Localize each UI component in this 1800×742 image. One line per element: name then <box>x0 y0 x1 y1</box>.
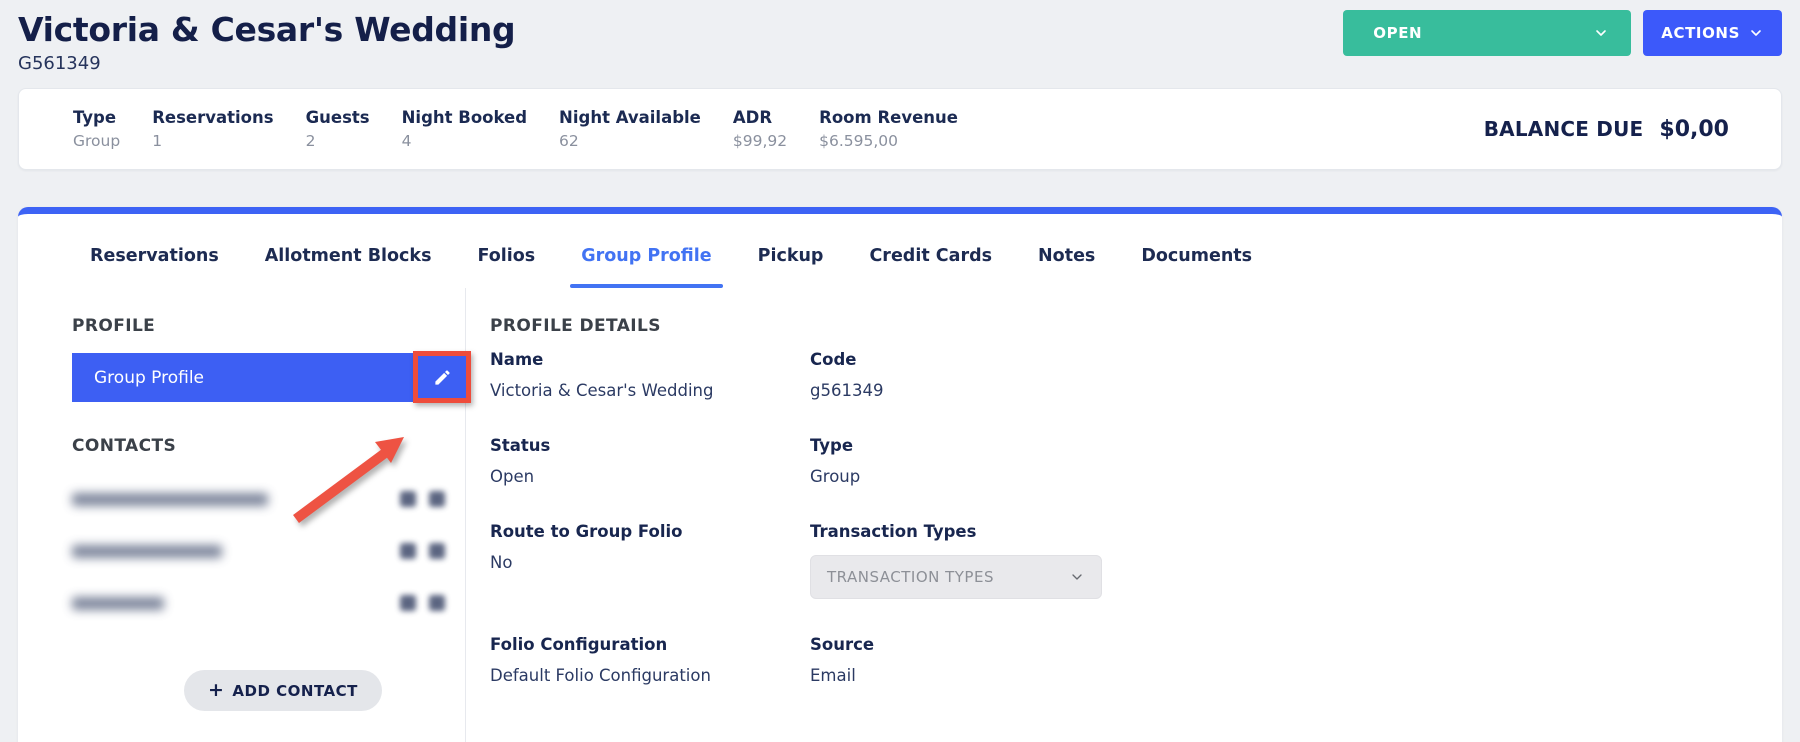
field-transaction-types: Transaction Types TRANSACTION TYPES <box>810 522 1782 599</box>
tab-group-profile[interactable]: Group Profile <box>581 246 711 288</box>
tab-documents[interactable]: Documents <box>1141 246 1252 288</box>
delete-contact-icon[interactable] <box>429 543 445 559</box>
actions-button-label: ACTIONS <box>1661 24 1740 42</box>
status-dropdown-button[interactable]: OPEN <box>1343 10 1631 56</box>
field-value: No <box>490 553 810 572</box>
redacted-contact-name <box>72 493 268 506</box>
pencil-icon <box>433 368 452 387</box>
field-type: Type Group <box>810 436 1782 486</box>
contact-row[interactable] <box>72 526 465 576</box>
contact-row[interactable] <box>72 578 465 628</box>
stat-night-booked: Night Booked 4 <box>402 108 527 150</box>
transaction-types-dropdown-value: TRANSACTION TYPES <box>827 568 994 586</box>
field-route-to-group-folio: Route to Group Folio No <box>490 522 810 599</box>
contacts-section-heading: CONTACTS <box>72 436 465 456</box>
edit-profile-button[interactable] <box>413 351 471 403</box>
field-label: Source <box>810 635 1782 654</box>
field-value: Email <box>810 666 1782 685</box>
group-code: G561349 <box>18 53 1782 74</box>
profile-sidebar: PROFILE Group Profile CONTACTS <box>18 288 466 742</box>
stat-value: $6.595,00 <box>819 132 958 150</box>
field-value: Default Folio Configuration <box>490 666 810 685</box>
tab-pickup[interactable]: Pickup <box>758 246 824 288</box>
stat-reservations: Reservations 1 <box>152 108 273 150</box>
stat-label: Night Available <box>559 108 701 127</box>
edit-contact-icon[interactable] <box>400 491 416 507</box>
redacted-contact-name <box>72 597 164 610</box>
stat-value: Group <box>73 132 120 150</box>
field-source: Source Email <box>810 635 1782 685</box>
field-label: Name <box>490 350 810 369</box>
tab-bar: Reservations Allotment Blocks Folios Gro… <box>18 214 1782 288</box>
contact-row-actions <box>400 491 445 507</box>
field-label: Type <box>810 436 1782 455</box>
chevron-down-icon <box>1748 25 1764 41</box>
edit-contact-icon[interactable] <box>400 543 416 559</box>
field-folio-configuration: Folio Configuration Default Folio Config… <box>490 635 810 685</box>
profile-section-heading: PROFILE <box>72 316 465 336</box>
field-label: Status <box>490 436 810 455</box>
stat-night-available: Night Available 62 <box>559 108 701 150</box>
field-value: g561349 <box>810 381 1782 400</box>
field-value: Open <box>490 467 810 486</box>
balance-due: BALANCE DUE $0,00 <box>1484 117 1729 142</box>
stat-room-revenue: Room Revenue $6.595,00 <box>819 108 958 150</box>
summary-stats: Type Group Reservations 1 Guests 2 Night… <box>73 108 958 150</box>
chevron-down-icon <box>1069 569 1085 585</box>
transaction-types-dropdown[interactable]: TRANSACTION TYPES <box>810 555 1102 599</box>
field-value: Victoria & Cesar's Wedding <box>490 381 810 400</box>
stat-value: 4 <box>402 132 527 150</box>
plus-icon: + <box>208 681 224 700</box>
stat-value: $99,92 <box>733 132 787 150</box>
stat-label: Type <box>73 108 120 127</box>
summary-bar: Type Group Reservations 1 Guests 2 Night… <box>18 88 1782 170</box>
tab-allotment-blocks[interactable]: Allotment Blocks <box>265 246 432 288</box>
contact-row-actions <box>400 595 445 611</box>
field-name: Name Victoria & Cesar's Wedding <box>490 350 810 400</box>
field-label: Folio Configuration <box>490 635 810 654</box>
stat-adr: ADR $99,92 <box>733 108 787 150</box>
sidebar-item-label: Group Profile <box>94 368 204 388</box>
status-dropdown-label: OPEN <box>1373 24 1422 42</box>
stat-value: 62 <box>559 132 701 150</box>
field-label: Code <box>810 350 1782 369</box>
contact-row[interactable] <box>72 474 465 524</box>
field-code: Code g561349 <box>810 350 1782 400</box>
delete-contact-icon[interactable] <box>429 491 445 507</box>
page-header: Victoria & Cesar's Wedding G561349 OPEN … <box>0 0 1800 74</box>
tab-notes[interactable]: Notes <box>1038 246 1095 288</box>
stat-label: Room Revenue <box>819 108 958 127</box>
field-label: Route to Group Folio <box>490 522 810 541</box>
header-actions: OPEN ACTIONS <box>1343 10 1782 56</box>
chevron-down-icon <box>1593 25 1609 41</box>
profile-details-heading: PROFILE DETAILS <box>490 316 1782 336</box>
delete-contact-icon[interactable] <box>429 595 445 611</box>
stat-label: Guests <box>306 108 370 127</box>
field-value: Group <box>810 467 1782 486</box>
redacted-contact-name <box>72 545 222 558</box>
stat-type: Type Group <box>73 108 120 150</box>
edit-contact-icon[interactable] <box>400 595 416 611</box>
stat-value: 2 <box>306 132 370 150</box>
field-status: Status Open <box>490 436 810 486</box>
actions-button[interactable]: ACTIONS <box>1643 10 1782 56</box>
stat-label: Night Booked <box>402 108 527 127</box>
stat-guests: Guests 2 <box>306 108 370 150</box>
stat-label: Reservations <box>152 108 273 127</box>
contact-list <box>72 474 465 628</box>
tab-credit-cards[interactable]: Credit Cards <box>869 246 992 288</box>
field-label: Transaction Types <box>810 522 1782 541</box>
stat-value: 1 <box>152 132 273 150</box>
group-detail-card: Reservations Allotment Blocks Folios Gro… <box>18 207 1782 742</box>
balance-due-label: BALANCE DUE <box>1484 117 1644 141</box>
sidebar-item-group-profile[interactable]: Group Profile <box>72 353 465 402</box>
contact-row-actions <box>400 543 445 559</box>
balance-due-value: $0,00 <box>1659 117 1729 142</box>
stat-label: ADR <box>733 108 787 127</box>
profile-details-panel: PROFILE DETAILS Name Victoria & Cesar's … <box>466 288 1782 742</box>
tab-folios[interactable]: Folios <box>478 246 536 288</box>
tab-reservations[interactable]: Reservations <box>90 246 219 288</box>
add-contact-button[interactable]: + ADD CONTACT <box>184 670 382 711</box>
add-contact-label: ADD CONTACT <box>232 682 357 700</box>
